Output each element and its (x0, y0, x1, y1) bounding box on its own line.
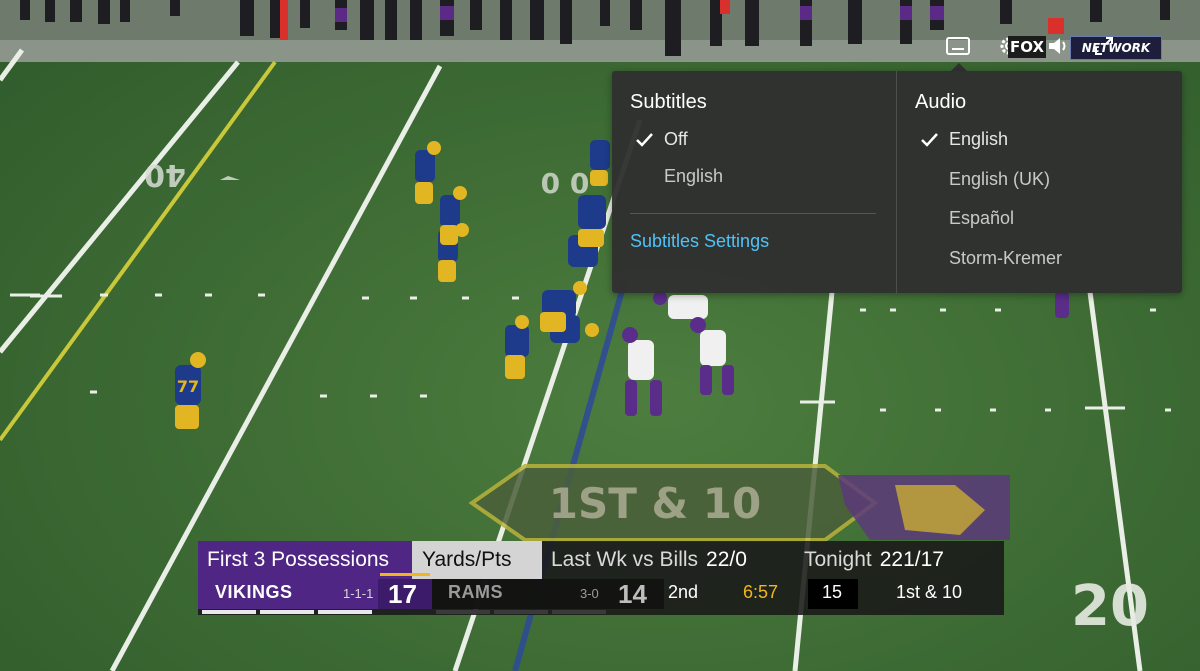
stat-banner: First 3 Possessions Yards/Pts Last Wk vs… (198, 541, 1004, 579)
subtitle-option-english[interactable]: English (612, 162, 896, 192)
timeout-indicator (318, 610, 372, 614)
home-team-score: 17 (388, 579, 417, 609)
timeout-indicator (260, 610, 314, 614)
audio-heading: Audio (915, 91, 967, 113)
away-team-panel: RAMS 3-0 14 (432, 579, 664, 609)
speaker-icon[interactable] (1046, 34, 1070, 58)
svg-text:20: 20 (1071, 574, 1149, 639)
subtitle-option-label: English (664, 166, 724, 186)
home-team-name: VIKINGS (215, 582, 293, 602)
subtitle-option-label: Off (664, 129, 688, 149)
players-vikings (622, 291, 1069, 416)
stat-tonight-value: 221/17 (879, 548, 944, 571)
game-clock: 6:57 (743, 582, 779, 602)
subtitles-section: Subtitles Off English Subtitles Settings (612, 71, 896, 293)
audio-option-label: English (UK) (949, 169, 1051, 189)
score-row: VIKINGS 1-1-1 17 RAMS 3-0 14 2nd 6:57 15… (198, 573, 1004, 615)
stat-last-week-value: 22/0 (706, 548, 747, 571)
audio-option-espanol[interactable]: Español (897, 204, 1182, 234)
subtitles-icon[interactable] (944, 34, 972, 58)
stat-tonight-label: Tonight (804, 548, 872, 571)
audio-option-label: English (949, 129, 1009, 149)
subtitles-settings-link[interactable]: Subtitles Settings (630, 231, 769, 252)
play-clock: 15 (822, 582, 843, 602)
fullscreen-icon[interactable] (1092, 34, 1116, 58)
down-and-distance: 1st & 10 (896, 582, 963, 602)
away-team-record: 3-0 (580, 586, 599, 601)
scorebug: First 3 Possessions Yards/Pts Last Wk vs… (198, 541, 1004, 615)
subtitles-heading: Subtitles (630, 91, 707, 113)
svg-text:0 0: 0 0 (541, 167, 590, 200)
svg-text:1ST & 10: 1ST & 10 (549, 479, 761, 528)
audio-option-english-uk[interactable]: English (UK) (897, 165, 1182, 195)
yard-marker-right: 20 (1071, 574, 1149, 639)
divider (630, 213, 876, 214)
network-logo: FOX (1008, 36, 1046, 58)
down-distance-field-graphic: 1ST & 10 (468, 464, 1010, 542)
away-team-name: RAMS (448, 582, 503, 602)
stat-last-week-label: Last Wk vs Bills (551, 548, 699, 571)
svg-text:77: 77 (177, 377, 199, 396)
network-logo-suffix: NETWORK (1070, 36, 1162, 60)
home-team-record: 1-1-1 (343, 586, 374, 601)
timeout-indicator (202, 610, 256, 614)
svg-text:40: 40 (144, 157, 186, 192)
stat-last-week: Last Wk vs Bills 22/0 (551, 541, 747, 579)
stat-metric: Yards/Pts (412, 541, 542, 579)
audio-option-label: Storm-Kremer (949, 248, 1063, 268)
checkmark-icon (636, 133, 653, 147)
video-player[interactable]: 40 0 0 20 1ST & 10 77 FOX NETWORK Subtit… (0, 0, 1200, 671)
home-team-panel: VIKINGS 1-1-1 17 (198, 573, 432, 609)
audio-option-label: Español (949, 208, 1015, 228)
checkmark-icon (921, 133, 938, 147)
subtitle-option-off[interactable]: Off (612, 125, 896, 155)
timeout-indicator (552, 610, 606, 614)
audio-option-english[interactable]: English (897, 125, 1182, 155)
away-team-score: 14 (618, 579, 647, 609)
subtitles-audio-menu: Subtitles Off English Subtitles Settings… (612, 71, 1182, 293)
audio-section: Audio English English (UK) Español Storm… (897, 71, 1182, 293)
game-quarter: 2nd (668, 582, 699, 602)
possession-indicator (380, 573, 430, 576)
audio-option-storm-kremer[interactable]: Storm-Kremer (897, 244, 1182, 274)
timeout-indicator (494, 610, 548, 614)
timeout-indicator (436, 610, 490, 614)
stat-tonight: Tonight 221/17 (804, 541, 944, 579)
